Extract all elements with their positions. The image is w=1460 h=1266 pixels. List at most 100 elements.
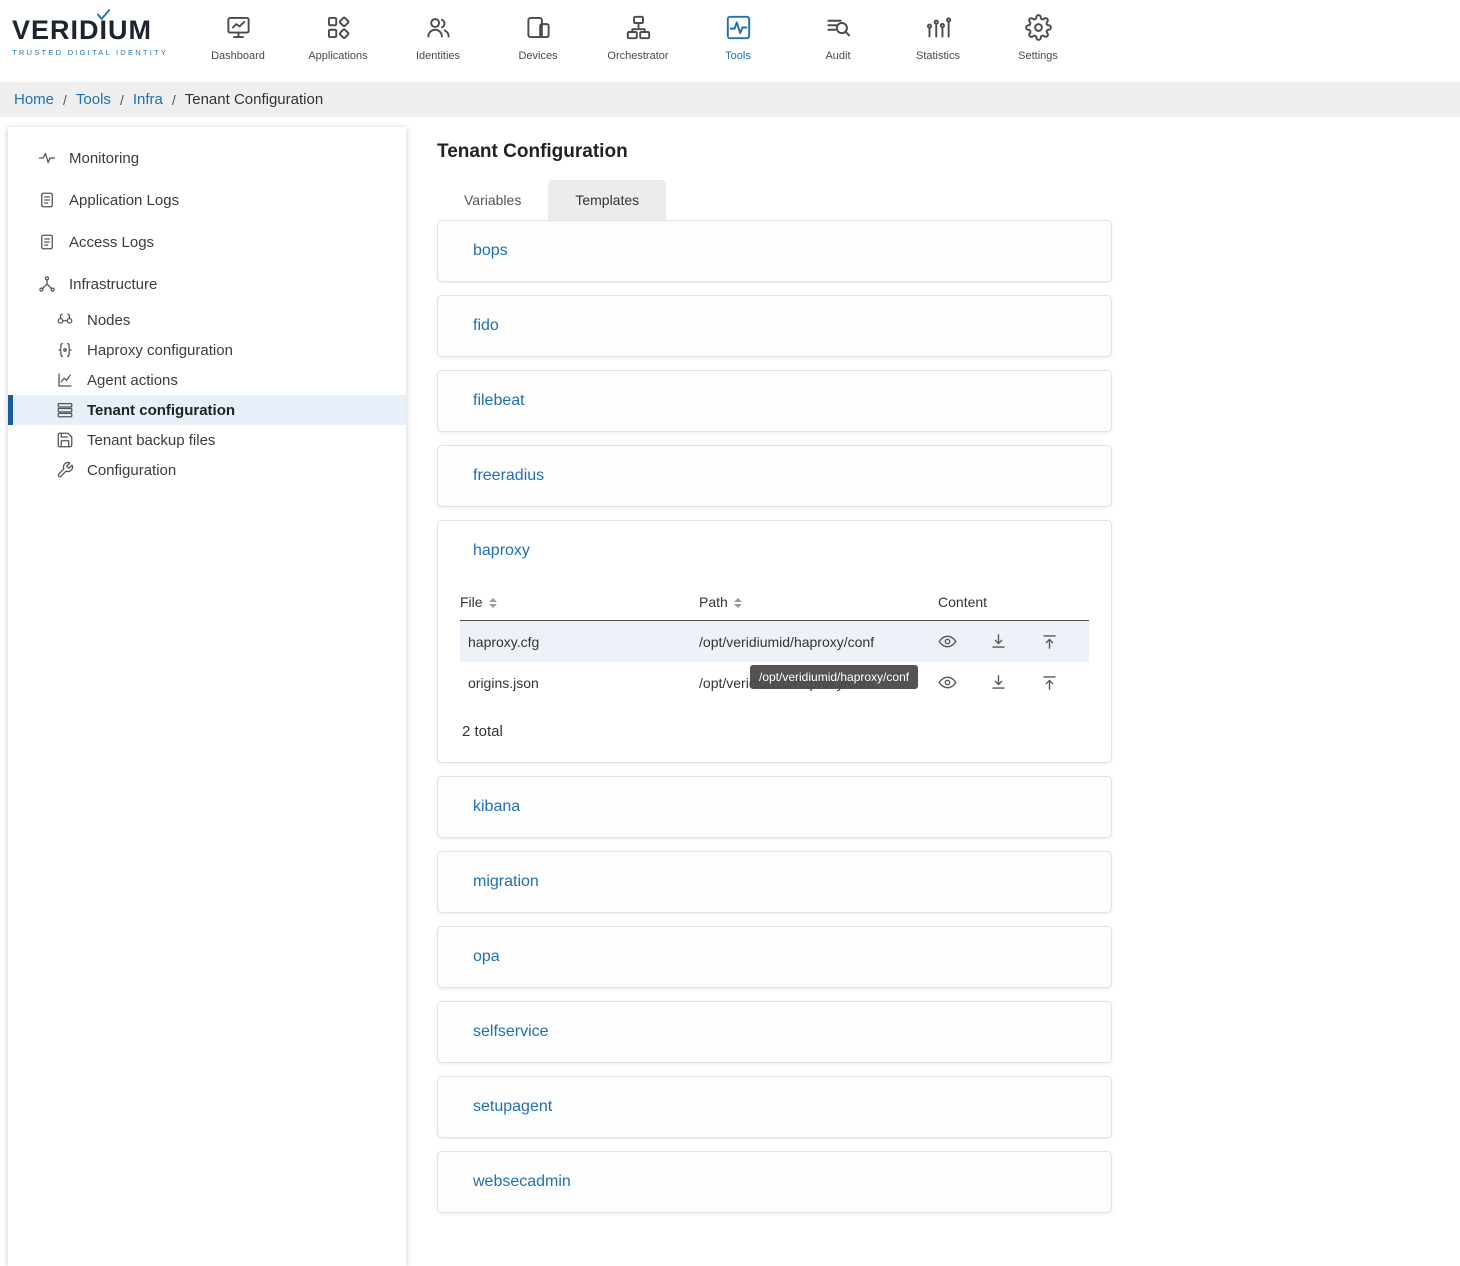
panel-haproxy-header[interactable]: haproxy bbox=[438, 521, 1111, 581]
panel-websecadmin-header[interactable]: websecadmin bbox=[438, 1152, 1111, 1212]
panel-bops-header[interactable]: bops bbox=[438, 221, 1111, 281]
panel-migration[interactable]: migration bbox=[437, 851, 1112, 913]
sidebar-item-label: Agent actions bbox=[87, 372, 178, 389]
orchestrator-icon bbox=[625, 14, 652, 41]
upload-button[interactable] bbox=[1040, 632, 1059, 651]
panel-bops[interactable]: bops bbox=[437, 220, 1112, 282]
nav-audit-label: Audit bbox=[825, 50, 850, 62]
panel-selfservice[interactable]: selfservice bbox=[437, 1001, 1112, 1063]
sort-icon[interactable] bbox=[734, 598, 742, 608]
panel-haproxy: haproxy File Path bbox=[437, 520, 1112, 763]
panel-kibana-header[interactable]: kibana bbox=[438, 777, 1111, 837]
download-button[interactable] bbox=[989, 632, 1008, 651]
panel-title: websecadmin bbox=[473, 1173, 571, 1191]
download-icon bbox=[989, 632, 1008, 651]
breadcrumb-current: Tenant Configuration bbox=[185, 91, 323, 108]
panel-title: selfservice bbox=[473, 1023, 549, 1041]
nav-identities[interactable]: Identities bbox=[388, 6, 488, 62]
nav-statistics-label: Statistics bbox=[916, 50, 960, 62]
sort-icon[interactable] bbox=[489, 598, 497, 608]
settings-gear-icon bbox=[1025, 14, 1052, 41]
tab-templates[interactable]: Templates bbox=[548, 180, 666, 220]
panel-opa[interactable]: opa bbox=[437, 926, 1112, 988]
upload-icon bbox=[1040, 632, 1059, 651]
logo-check-icon bbox=[96, 7, 111, 19]
sidebar-item-monitoring[interactable]: Monitoring bbox=[8, 137, 406, 179]
sidebar-item-infrastructure[interactable]: Infrastructure bbox=[8, 263, 406, 305]
tools-icon bbox=[725, 14, 752, 41]
panel-selfservice-header[interactable]: selfservice bbox=[438, 1002, 1111, 1062]
nav-settings[interactable]: Settings bbox=[988, 6, 1088, 62]
sidebar-item-tenant-backup-files[interactable]: Tenant backup files bbox=[8, 425, 406, 455]
veridium-logo[interactable]: VERIDIUM TRUSTED DIGITAL IDENTITY bbox=[12, 6, 184, 57]
panel-title: opa bbox=[473, 948, 500, 966]
panel-freeradius[interactable]: freeradius bbox=[437, 445, 1112, 507]
panel-filebeat-header[interactable]: filebeat bbox=[438, 371, 1111, 431]
infrastructure-icon bbox=[38, 275, 56, 293]
sidebar-item-label: Haproxy configuration bbox=[87, 342, 233, 359]
nav-settings-label: Settings bbox=[1018, 50, 1058, 62]
download-icon bbox=[989, 673, 1008, 692]
nav-tools[interactable]: Tools bbox=[688, 6, 788, 62]
server-stack-icon bbox=[56, 401, 74, 419]
devices-icon bbox=[525, 14, 552, 41]
sidebar-item-agent-actions[interactable]: Agent actions bbox=[8, 365, 406, 395]
sidebar-item-haproxy-configuration[interactable]: Haproxy configuration bbox=[8, 335, 406, 365]
sidebar-item-label: Access Logs bbox=[69, 234, 154, 251]
panel-kibana[interactable]: kibana bbox=[437, 776, 1112, 838]
main-content: Tenant Configuration Variables Templates… bbox=[406, 117, 1460, 1266]
sidebar-item-configuration[interactable]: Configuration bbox=[8, 455, 406, 485]
page-layout: Monitoring Application Logs Access Logs … bbox=[0, 117, 1460, 1266]
nav-devices[interactable]: Devices bbox=[488, 6, 588, 62]
sidebar-item-access-logs[interactable]: Access Logs bbox=[8, 221, 406, 263]
view-content-button[interactable] bbox=[938, 673, 957, 692]
document-icon bbox=[38, 233, 56, 251]
sidebar-item-application-logs[interactable]: Application Logs bbox=[8, 179, 406, 221]
column-label: Content bbox=[938, 594, 987, 610]
download-button[interactable] bbox=[989, 673, 1008, 692]
sidebar-item-label: Monitoring bbox=[69, 150, 139, 167]
panel-title: fido bbox=[473, 317, 499, 335]
upload-icon bbox=[1040, 673, 1059, 692]
view-content-button[interactable] bbox=[938, 632, 957, 651]
sidebar-item-tenant-configuration[interactable]: Tenant configuration bbox=[8, 395, 406, 425]
panel-freeradius-header[interactable]: freeradius bbox=[438, 446, 1111, 506]
file-content-cell bbox=[938, 662, 1089, 703]
upload-button[interactable] bbox=[1040, 673, 1059, 692]
table-row[interactable]: haproxy.cfg /opt/veridiumid/haproxy/conf bbox=[460, 621, 1089, 663]
nav-statistics[interactable]: Statistics bbox=[888, 6, 988, 62]
nav-dashboard[interactable]: Dashboard bbox=[188, 6, 288, 62]
panel-fido-header[interactable]: fido bbox=[438, 296, 1111, 356]
nav-applications[interactable]: Applications bbox=[288, 6, 388, 62]
panel-migration-header[interactable]: migration bbox=[438, 852, 1111, 912]
breadcrumb-separator: / bbox=[63, 92, 67, 108]
sidebar-item-label: Infrastructure bbox=[69, 276, 157, 293]
column-header-path[interactable]: Path bbox=[699, 581, 938, 621]
panel-title: filebeat bbox=[473, 392, 525, 410]
breadcrumb-tools[interactable]: Tools bbox=[76, 91, 111, 108]
file-actions bbox=[938, 673, 1089, 692]
column-header-content: Content bbox=[938, 581, 1089, 621]
nav-audit[interactable]: Audit bbox=[788, 6, 888, 62]
breadcrumb-separator: / bbox=[172, 92, 176, 108]
column-header-file[interactable]: File bbox=[460, 581, 699, 621]
panel-opa-header[interactable]: opa bbox=[438, 927, 1111, 987]
panel-filebeat[interactable]: filebeat bbox=[437, 370, 1112, 432]
file-name-cell: origins.json bbox=[460, 662, 699, 703]
panel-setupagent-header[interactable]: setupagent bbox=[438, 1077, 1111, 1137]
haproxy-files-table: File Path Content bbox=[460, 581, 1089, 703]
nav-orchestrator[interactable]: Orchestrator bbox=[588, 6, 688, 62]
file-content-cell bbox=[938, 621, 1089, 663]
chart-line-icon bbox=[56, 371, 74, 389]
tab-variables[interactable]: Variables bbox=[437, 180, 548, 220]
table-row[interactable]: origins.json /opt/veridiumid/haproxy/con… bbox=[460, 662, 1089, 703]
breadcrumb-home[interactable]: Home bbox=[14, 91, 54, 108]
breadcrumb-infra[interactable]: Infra bbox=[133, 91, 163, 108]
panel-websecadmin[interactable]: websecadmin bbox=[437, 1151, 1112, 1213]
panel-title: freeradius bbox=[473, 467, 544, 485]
sidebar-item-nodes[interactable]: Nodes bbox=[8, 305, 406, 335]
panel-fido[interactable]: fido bbox=[437, 295, 1112, 357]
table-total-count: 2 total bbox=[460, 723, 1089, 740]
primary-nav: Dashboard Applications Identities Device… bbox=[188, 6, 1088, 62]
panel-setupagent[interactable]: setupagent bbox=[437, 1076, 1112, 1138]
